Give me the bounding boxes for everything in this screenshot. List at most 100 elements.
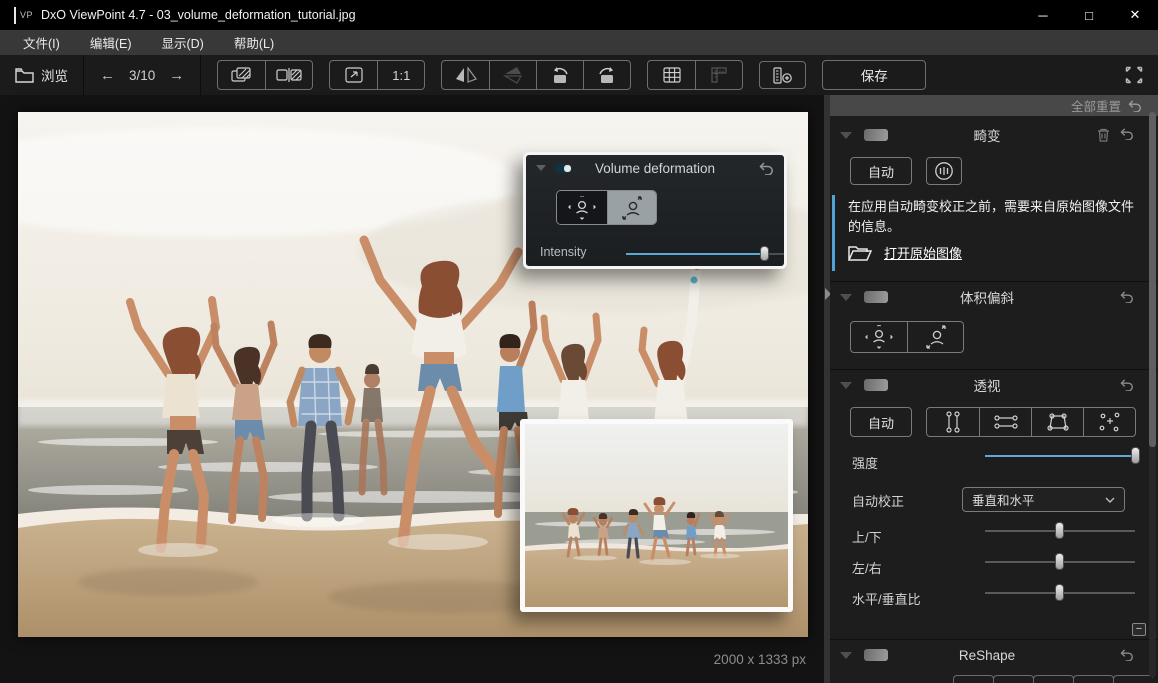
volume-spherical-button[interactable] [851, 322, 907, 352]
collapse-icon[interactable] [840, 294, 852, 301]
open-original-link[interactable]: 打开原始图像 [884, 243, 962, 262]
volume-mode-group [556, 190, 657, 225]
collapse-icon[interactable] [840, 132, 852, 139]
zoom-actual-label: 1:1 [392, 68, 410, 83]
titlebar: VP DxO ViewPoint 4.7 - 03_volume_deforma… [0, 0, 1158, 30]
intensity-row: Intensity 150 [538, 241, 772, 265]
reshape-tool-button[interactable] [953, 675, 994, 683]
ruler-add-icon [773, 67, 793, 84]
flip-vertical-icon [503, 66, 523, 84]
split-view-icon [276, 68, 302, 82]
prev-image-button[interactable]: ← [100, 67, 115, 84]
collapse-panel-button[interactable]: − [1132, 623, 1146, 636]
maximize-button[interactable]: □ [1066, 0, 1112, 30]
person-diagonal-icon [923, 325, 949, 349]
collapse-icon[interactable] [840, 382, 852, 389]
undo-icon[interactable] [1120, 128, 1134, 140]
flip-horizontal-icon [455, 67, 477, 83]
app-window: VP DxO ViewPoint 4.7 - 03_volume_deforma… [0, 0, 1158, 683]
reshape-tool-button[interactable] [1033, 675, 1074, 683]
distortion-auto-button[interactable]: 自动 [850, 157, 912, 185]
trash-icon[interactable] [1097, 128, 1110, 142]
open-original-row[interactable]: 打开原始图像 [848, 243, 962, 262]
undo-icon[interactable] [1120, 291, 1134, 303]
rotate-right-button[interactable] [583, 61, 630, 89]
fullscreen-button[interactable] [1122, 63, 1146, 87]
volume-mode-group [850, 321, 964, 353]
force-rectangle-button[interactable] [1031, 408, 1083, 436]
reset-all-bar[interactable]: 全部重置 [830, 95, 1158, 116]
distortion-auto-label: 自动 [868, 162, 894, 181]
perspective-auto-label: 自动 [868, 413, 894, 432]
intensity-slider-thumb[interactable] [760, 246, 769, 261]
volume-mode-diagonal-button[interactable] [607, 191, 657, 224]
undo-icon[interactable] [1120, 379, 1134, 391]
browse-button[interactable]: 浏览 [0, 55, 83, 95]
scrollbar-thumb[interactable] [1149, 112, 1156, 447]
lens-profile-button[interactable] [926, 157, 962, 185]
compare-overlay-button[interactable] [218, 61, 265, 89]
reshape-toggle[interactable] [864, 649, 888, 661]
folder-open-icon [848, 244, 872, 262]
up-down-slider-thumb[interactable] [1055, 522, 1064, 539]
force-vertical-button[interactable] [927, 408, 979, 436]
sidebar-scrollbar[interactable] [1149, 112, 1156, 677]
zoom-actual-button[interactable]: 1:1 [377, 61, 424, 89]
flip-horizontal-button[interactable] [442, 61, 489, 89]
strength-label: 强度 [852, 453, 878, 472]
left-right-slider[interactable] [985, 553, 1135, 571]
collapse-icon[interactable] [840, 652, 852, 659]
close-button[interactable]: ✕ [1112, 0, 1158, 30]
undo-icon[interactable] [759, 162, 774, 175]
hv-ratio-slider[interactable] [985, 584, 1135, 602]
perspective-toggle[interactable] [864, 379, 888, 391]
distortion-toggle[interactable] [864, 129, 888, 141]
grid-button[interactable] [648, 61, 695, 89]
menu-edit[interactable]: 编辑(E) [75, 30, 147, 55]
reshape-tool-button[interactable] [1113, 675, 1153, 683]
strength-slider[interactable] [985, 447, 1141, 465]
volume-diagonal-button[interactable] [907, 322, 963, 352]
next-image-button[interactable]: → [169, 67, 184, 84]
left-right-slider-thumb[interactable] [1055, 553, 1064, 570]
person-arrows-icon [568, 196, 596, 220]
ruler-button[interactable] [695, 61, 742, 89]
auto-correct-select[interactable]: 垂直和水平 [962, 487, 1125, 512]
volume-toggle[interactable] [864, 291, 888, 303]
free-points-button[interactable] [1083, 408, 1135, 436]
corrected-inset-image [520, 419, 793, 612]
reshape-tool-button[interactable] [993, 675, 1034, 683]
grid-icon [663, 67, 681, 83]
info-accent-bar [832, 195, 835, 271]
up-down-slider[interactable] [985, 522, 1135, 540]
folder-icon [15, 68, 34, 83]
overlay-panel-header: Volume deformation [526, 155, 784, 181]
hv-ratio-slider-thumb[interactable] [1055, 584, 1064, 601]
save-button[interactable]: 保存 [822, 60, 926, 90]
ruler-add-button[interactable] [759, 61, 806, 89]
menu-file[interactable]: 文件(I) [8, 30, 75, 55]
menu-help[interactable]: 帮助(L) [219, 30, 289, 55]
logo-bar [14, 7, 16, 24]
volume-mode-spherical-button[interactable] [557, 191, 607, 224]
undo-icon[interactable] [1120, 649, 1134, 661]
lens-profile-icon [934, 161, 954, 181]
force-horizontal-button[interactable] [979, 408, 1031, 436]
fit-screen-button[interactable] [330, 61, 377, 89]
intensity-slider[interactable]: 150 [626, 253, 784, 255]
undo-icon [1128, 100, 1142, 112]
perspective-panel-header: 透视 [830, 373, 1144, 397]
rotate-left-button[interactable] [536, 61, 583, 89]
minimize-button[interactable]: ─ [1020, 0, 1066, 30]
perspective-auto-button[interactable]: 自动 [850, 407, 912, 437]
compare-overlay-icon [231, 67, 253, 83]
split-view-button[interactable] [265, 61, 312, 89]
flip-vertical-button[interactable] [489, 61, 536, 89]
intensity-label: Intensity [540, 245, 587, 259]
volume-deformation-overlay-panel: Volume deformation [523, 152, 787, 269]
nav-position: 3/10 [129, 68, 155, 83]
reshape-tool-button[interactable] [1073, 675, 1114, 683]
strength-slider-thumb[interactable] [1131, 447, 1140, 464]
menu-view[interactable]: 显示(D) [146, 30, 218, 55]
ruler-icon [710, 67, 728, 83]
